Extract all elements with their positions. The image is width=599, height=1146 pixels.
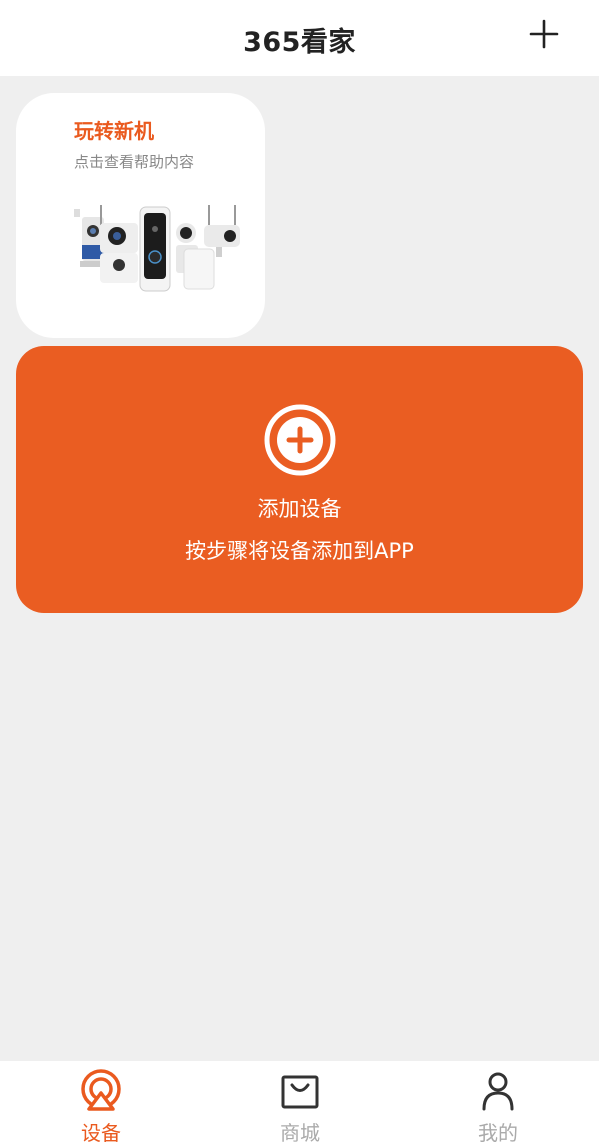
app-header: 365看家 xyxy=(0,0,599,76)
shopping-bag-icon xyxy=(281,1075,319,1109)
tab-store-label: 商城 xyxy=(280,1121,320,1145)
page-title: 365看家 xyxy=(243,27,356,58)
tab-devices[interactable]: 设备 xyxy=(21,1061,181,1146)
add-device-subtitle: 按步骤将设备添加到APP xyxy=(185,539,414,563)
add-button[interactable] xyxy=(524,14,564,54)
add-device-title: 添加设备 xyxy=(257,497,342,521)
person-icon xyxy=(482,1072,514,1111)
security-cameras-product-image xyxy=(74,205,240,292)
tab-mine-label: 我的 xyxy=(478,1121,518,1145)
bottom-tab-bar: 设备 商城 我的 xyxy=(0,1061,599,1146)
device-icon xyxy=(81,1069,121,1111)
guide-title: 玩转新机 xyxy=(74,119,154,143)
guide-subtitle: 点击查看帮助内容 xyxy=(74,153,195,171)
tab-store[interactable]: 商城 xyxy=(220,1061,380,1146)
plus-icon xyxy=(529,19,559,49)
plus-circle-icon xyxy=(264,404,336,476)
add-device-card[interactable]: 添加设备 按步骤将设备添加到APP xyxy=(16,346,583,613)
tab-mine[interactable]: 我的 xyxy=(418,1061,578,1146)
tab-devices-label: 设备 xyxy=(81,1121,121,1145)
new-device-guide-card[interactable]: 玩转新机 点击查看帮助内容 xyxy=(16,93,265,338)
